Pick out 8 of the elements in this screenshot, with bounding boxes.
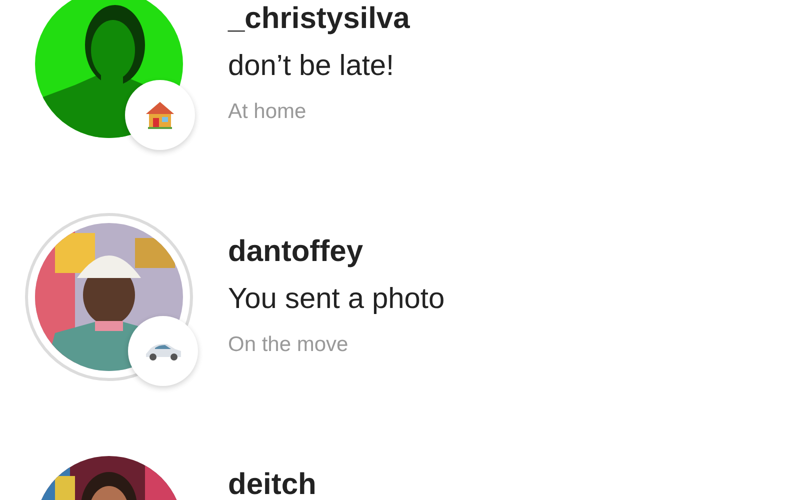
house-icon (144, 99, 176, 131)
username: deitch (228, 467, 316, 500)
username: _christysilva (228, 1, 410, 37)
message-preview: don’t be late! (228, 49, 394, 84)
message-preview: You sent a photo (228, 282, 445, 317)
status-text: At home (228, 99, 306, 125)
status-text: On the move (228, 332, 348, 358)
username: dantoffey (228, 234, 363, 270)
